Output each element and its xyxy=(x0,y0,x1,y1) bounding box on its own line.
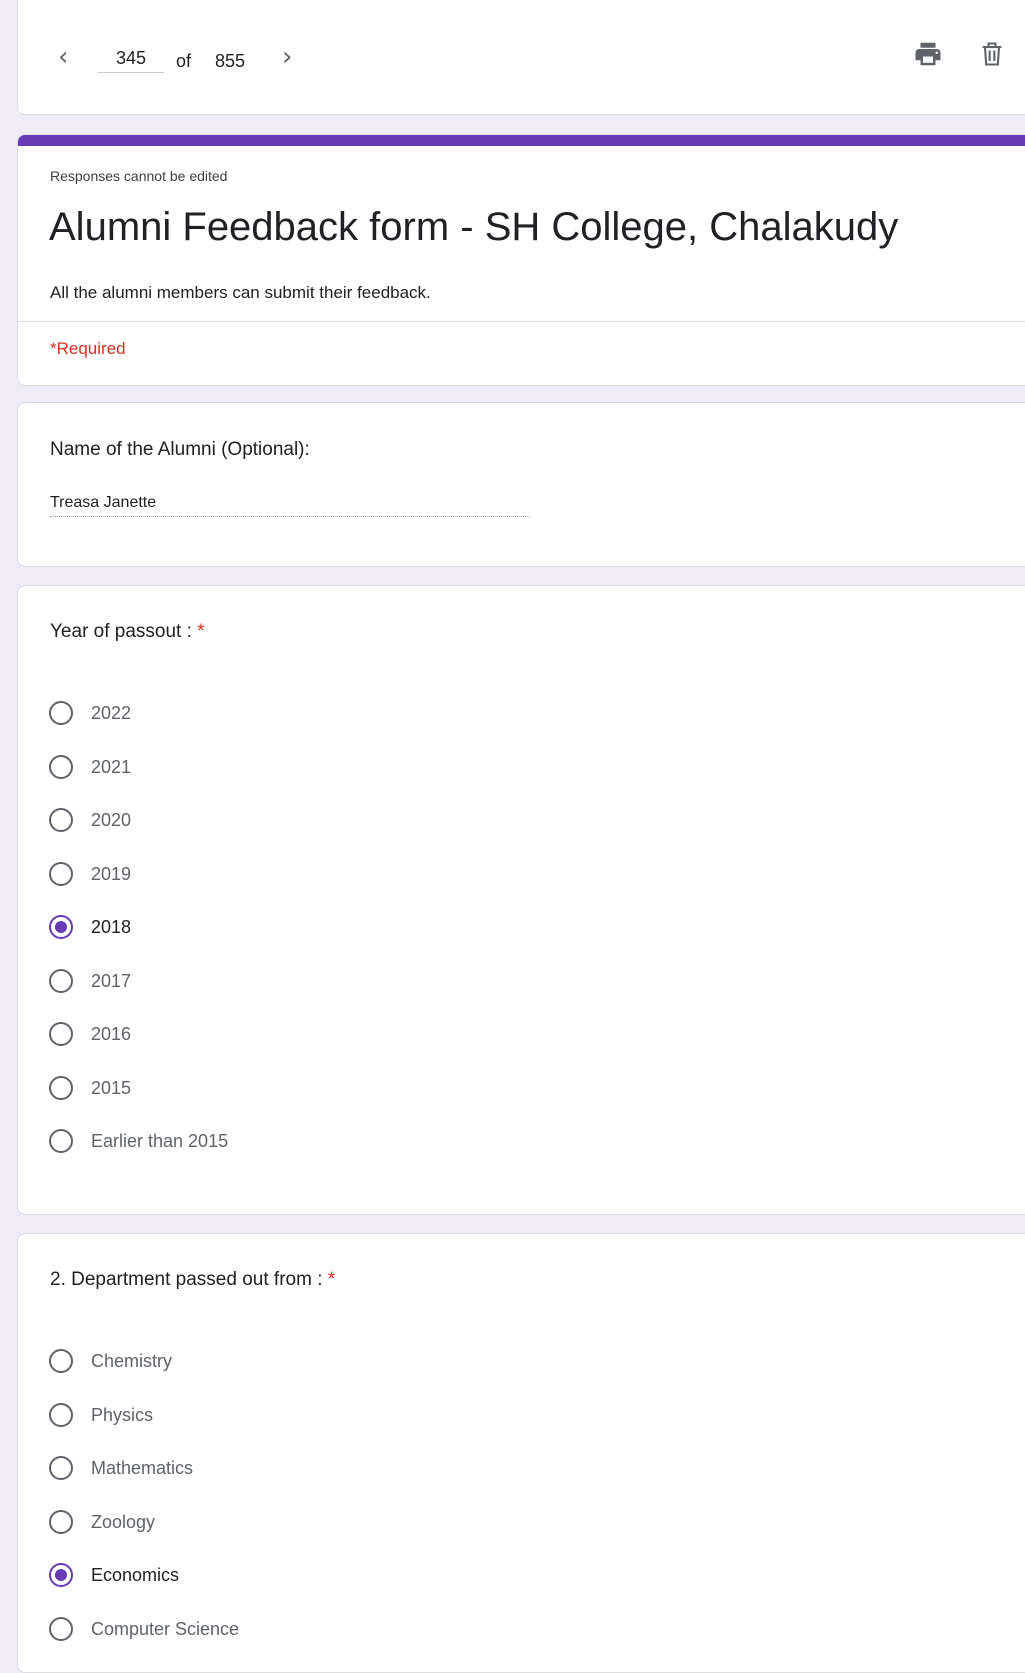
radio-unchecked-icon[interactable] xyxy=(49,1349,73,1373)
responses-note: Responses cannot be edited xyxy=(50,168,228,184)
radio-option-label: Mathematics xyxy=(91,1458,194,1478)
radio-option-label: 2017 xyxy=(91,970,132,991)
radio-option-label: Computer Science xyxy=(91,1618,240,1639)
radio-unchecked-icon[interactable] xyxy=(49,1402,73,1427)
required-label: *Required xyxy=(50,339,126,358)
radio-option-label: 2016 xyxy=(91,1024,132,1044)
print-icon[interactable] xyxy=(913,39,943,69)
radio-option-label: 2018 xyxy=(91,917,132,937)
radio-option-label: 2022 xyxy=(91,703,132,723)
radio-option-label: Earlier than 2015 xyxy=(91,1131,229,1151)
of-label: of xyxy=(176,51,192,71)
radio-option-label: Economics xyxy=(91,1565,180,1585)
radio-unchecked-icon[interactable] xyxy=(49,968,73,993)
header-accent-bar xyxy=(18,135,1025,146)
required-star: * xyxy=(197,621,205,642)
required-star: * xyxy=(327,1269,336,1290)
radio-unchecked-icon[interactable] xyxy=(49,1509,73,1534)
question-title: Year of passout : * xyxy=(50,621,205,643)
radio-unchecked-icon[interactable] xyxy=(49,701,73,725)
chevron-right-icon[interactable]: › xyxy=(282,44,292,70)
response-navigation-bar: ‹ 345 of 855 › xyxy=(17,0,1025,115)
radio-unchecked-icon[interactable] xyxy=(49,808,73,832)
form-title: Alumni Feedback form - SH College, Chala… xyxy=(49,205,899,249)
total-pages: 855 xyxy=(215,51,246,71)
radio-option-label: 2019 xyxy=(91,863,132,884)
radio-option-label: 2020 xyxy=(91,810,132,830)
header-divider xyxy=(18,321,1025,322)
radio-checked-icon[interactable] xyxy=(49,915,73,939)
question-card-name: Name of the Alumni (Optional): Treasa Ja… xyxy=(17,402,1025,567)
radio-option-label: 2015 xyxy=(91,1077,132,1098)
trash-icon[interactable] xyxy=(978,39,1006,69)
question-title: 2. Department passed out from : * xyxy=(50,1269,335,1291)
question-title-text: Year of passout : xyxy=(50,621,198,642)
form-header-card: Responses cannot be edited Alumni Feedba… xyxy=(17,134,1025,386)
name-answer: Treasa Janette xyxy=(50,494,530,517)
radio-unchecked-icon[interactable] xyxy=(49,1129,73,1153)
page-number-input[interactable]: 345 xyxy=(98,48,164,73)
radio-unchecked-icon[interactable] xyxy=(49,1022,73,1046)
radio-option-label: Physics xyxy=(91,1404,154,1425)
radio-checked-icon[interactable] xyxy=(49,1563,73,1587)
radio-unchecked-icon[interactable] xyxy=(49,1075,73,1100)
form-description: All the alumni members can submit their … xyxy=(50,283,431,302)
question-title: Name of the Alumni (Optional): xyxy=(50,439,310,460)
chevron-left-icon[interactable]: ‹ xyxy=(58,44,68,70)
question-title-text: 2. Department passed out from : xyxy=(50,1269,328,1290)
radio-unchecked-icon[interactable] xyxy=(49,861,73,886)
radio-option-label: 2021 xyxy=(91,756,132,777)
radio-option-label: Chemistry xyxy=(91,1351,173,1371)
radio-unchecked-icon[interactable] xyxy=(49,1456,73,1480)
radio-option-label: Zoology xyxy=(91,1511,156,1532)
question-card-department: 2. Department passed out from : * Chemis… xyxy=(17,1233,1025,1673)
radio-unchecked-icon[interactable] xyxy=(49,1616,73,1641)
question-card-year: Year of passout : * 2022 2021 2020 2019 2018… xyxy=(17,585,1025,1215)
radio-unchecked-icon[interactable] xyxy=(49,754,73,779)
